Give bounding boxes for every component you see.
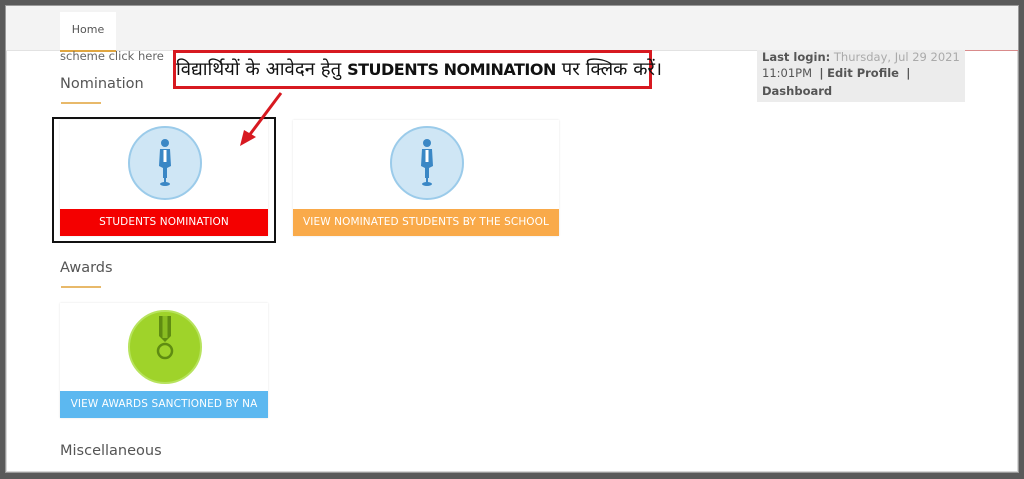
view-awards-card[interactable]: VIEW AWARDS SANCTIONED BY NA bbox=[60, 303, 268, 418]
separator: | bbox=[906, 66, 911, 80]
nomination-heading: Nomination bbox=[60, 76, 144, 92]
student-figure-icon bbox=[390, 126, 464, 200]
last-login-line: Last login: Thursday, Jul 29 2021 bbox=[762, 50, 960, 64]
edit-profile-link[interactable]: Edit Profile bbox=[827, 66, 899, 80]
tab-home[interactable]: Home bbox=[60, 12, 116, 52]
dashboard-link[interactable]: Dashboard bbox=[762, 84, 832, 98]
instruction-callout: विद्यार्थियों के आवेदन हेतु STUDENTS NOM… bbox=[173, 50, 662, 89]
last-login-time: 11:01PM bbox=[762, 66, 812, 80]
view-awards-sanctioned-button[interactable]: VIEW AWARDS SANCTIONED BY NA bbox=[60, 391, 268, 418]
nomination-underline bbox=[61, 102, 101, 104]
miscellaneous-heading: Miscellaneous bbox=[60, 443, 162, 459]
awards-heading: Awards bbox=[60, 260, 113, 276]
separator: | bbox=[819, 66, 824, 80]
top-navigation-bar: Home bbox=[6, 6, 1018, 52]
login-time-line: 11:01PM | Edit Profile | bbox=[762, 66, 910, 80]
medal-icon bbox=[128, 310, 202, 384]
last-login-date: Thursday, Jul 29 2021 bbox=[833, 50, 960, 64]
dashboard-line: Dashboard bbox=[762, 84, 832, 98]
scheme-link-text[interactable]: scheme click here bbox=[60, 49, 164, 63]
callout-text-before: विद्यार्थियों के आवेदन हेतु bbox=[176, 59, 342, 80]
view-nominated-students-button[interactable]: VIEW NOMINATED STUDENTS BY THE SCHOOL bbox=[293, 209, 559, 236]
user-info-panel: Last login: Thursday, Jul 29 2021 11:01P… bbox=[757, 50, 965, 102]
last-login-label: Last login: bbox=[762, 50, 831, 64]
callout-text-after: पर क्लिक करें। bbox=[561, 59, 662, 80]
callout-text-bold: STUDENTS NOMINATION bbox=[347, 60, 556, 79]
browser-frame: Home scheme click here Nomination STUDEN… bbox=[5, 5, 1019, 473]
view-nominated-card[interactable]: VIEW NOMINATED STUDENTS BY THE SCHOOL bbox=[293, 120, 559, 236]
arrow-pointer-icon bbox=[240, 92, 283, 146]
awards-underline bbox=[61, 286, 101, 288]
